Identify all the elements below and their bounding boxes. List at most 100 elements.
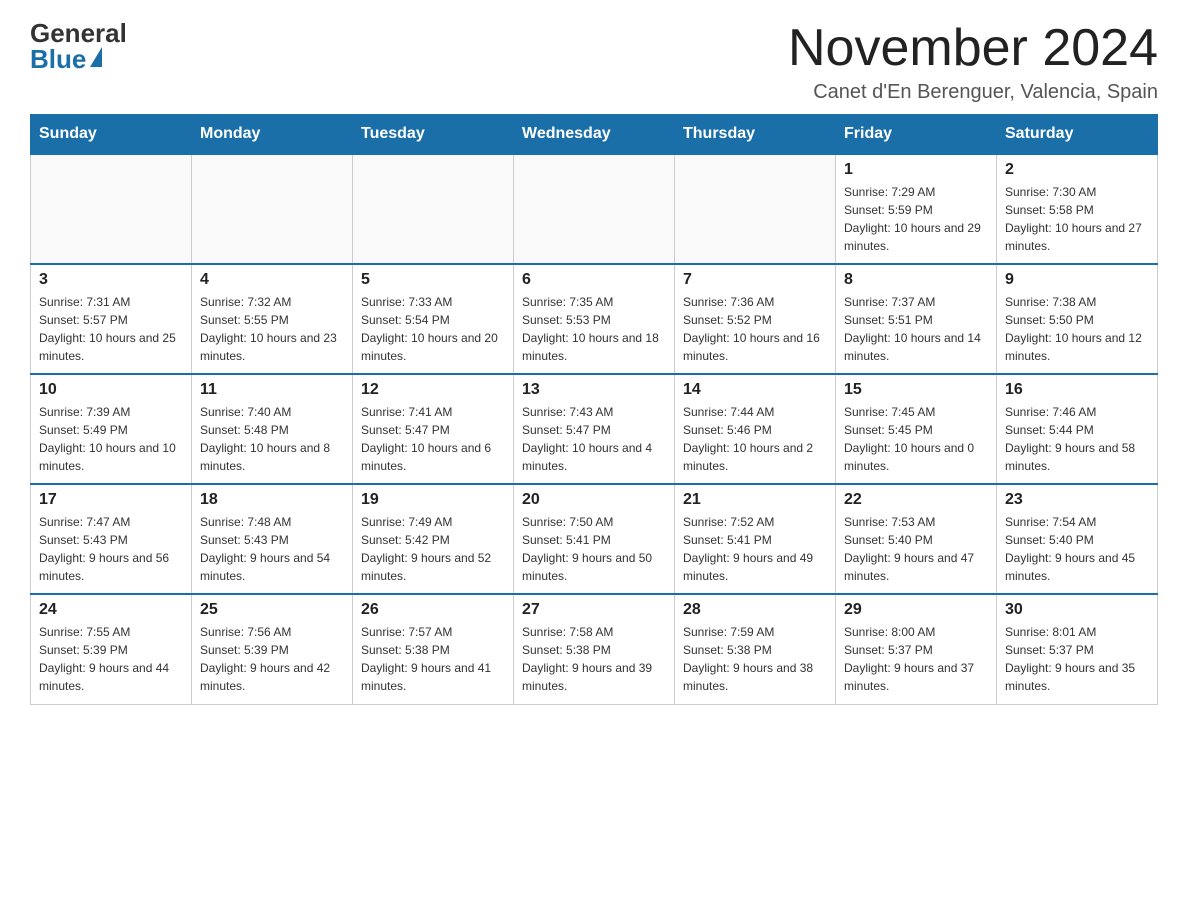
calendar-cell: 11 Sunrise: 7:40 AMSunset: 5:48 PMDayligh… [192,374,353,484]
day-number: 8 [844,271,988,289]
calendar-cell: 8 Sunrise: 7:37 AMSunset: 5:51 PMDaylight… [836,264,997,374]
calendar-cell: 28 Sunrise: 7:59 AMSunset: 5:38 PMDayligh… [675,594,836,704]
day-number: 2 [1005,161,1149,179]
calendar-cell: 16Sunrise: 7:46 AMSunset: 5:44 PMDayligh… [997,374,1158,484]
day-number: 10 [39,381,183,399]
week-row-1: 3 Sunrise: 7:31 AMSunset: 5:57 PMDaylight… [31,264,1158,374]
day-number: 5 [361,271,505,289]
logo-blue-text: Blue [30,46,102,72]
week-row-4: 24 Sunrise: 7:55 AMSunset: 5:39 PMDayligh… [31,594,1158,704]
col-friday: Friday [836,115,997,155]
day-number: 9 [1005,271,1149,289]
calendar-cell: 27 Sunrise: 7:58 AMSunset: 5:38 PMDayligh… [514,594,675,704]
day-info: Sunrise: 7:48 AMSunset: 5:43 PMDaylight:… [200,513,344,585]
day-number: 3 [39,271,183,289]
day-info: Sunrise: 7:57 AMSunset: 5:38 PMDaylight:… [361,623,505,695]
calendar-cell: 10 Sunrise: 7:39 AMSunset: 5:49 PMDayligh… [31,374,192,484]
calendar-cell: 21 Sunrise: 7:52 AMSunset: 5:41 PMDayligh… [675,484,836,594]
day-info: Sunrise: 7:44 AMSunset: 5:46 PMDaylight:… [683,403,827,475]
calendar-table: Sunday Monday Tuesday Wednesday Thursday… [30,114,1158,705]
calendar-cell [514,154,675,264]
calendar-cell: 15 Sunrise: 7:45 AMSunset: 5:45 PMDayligh… [836,374,997,484]
day-number: 12 [361,381,505,399]
day-info: Sunrise: 7:49 AMSunset: 5:42 PMDaylight:… [361,513,505,585]
calendar-cell: 23 Sunrise: 7:54 AMSunset: 5:40 PMDayligh… [997,484,1158,594]
day-info: Sunrise: 7:43 AMSunset: 5:47 PMDaylight:… [522,403,666,475]
calendar-cell: 2 Sunrise: 7:30 AMSunset: 5:58 PMDaylight… [997,154,1158,264]
calendar-cell: 19Sunrise: 7:49 AMSunset: 5:42 PMDayligh… [353,484,514,594]
day-info: Sunrise: 7:31 AMSunset: 5:57 PMDaylight:… [39,293,183,365]
day-info: Sunrise: 7:29 AMSunset: 5:59 PMDaylight:… [844,183,988,255]
logo-triangle-icon [90,47,102,67]
day-info: Sunrise: 7:37 AMSunset: 5:51 PMDaylight:… [844,293,988,365]
day-number: 4 [200,271,344,289]
day-info: Sunrise: 7:52 AMSunset: 5:41 PMDaylight:… [683,513,827,585]
day-number: 20 [522,491,666,509]
col-wednesday: Wednesday [514,115,675,155]
calendar-cell: 14 Sunrise: 7:44 AMSunset: 5:46 PMDayligh… [675,374,836,484]
page-header: General Blue November 2024 Canet d'En Be… [30,20,1158,104]
calendar-cell: 5 Sunrise: 7:33 AMSunset: 5:54 PMDaylight… [353,264,514,374]
col-saturday: Saturday [997,115,1158,155]
logo-general-text: General [30,20,127,46]
day-info: Sunrise: 7:30 AMSunset: 5:58 PMDaylight:… [1005,183,1149,255]
logo: General Blue [30,20,127,72]
calendar-cell: 30 Sunrise: 8:01 AMSunset: 5:37 PMDayligh… [997,594,1158,704]
calendar-cell: 25 Sunrise: 7:56 AMSunset: 5:39 PMDayligh… [192,594,353,704]
day-info: Sunrise: 7:59 AMSunset: 5:38 PMDaylight:… [683,623,827,695]
week-row-3: 17Sunrise: 7:47 AMSunset: 5:43 PMDayligh… [31,484,1158,594]
day-info: Sunrise: 7:56 AMSunset: 5:39 PMDaylight:… [200,623,344,695]
calendar-header-row: Sunday Monday Tuesday Wednesday Thursday… [31,115,1158,155]
calendar-cell: 9 Sunrise: 7:38 AMSunset: 5:50 PMDaylight… [997,264,1158,374]
day-info: Sunrise: 7:50 AMSunset: 5:41 PMDaylight:… [522,513,666,585]
calendar-cell: 22 Sunrise: 7:53 AMSunset: 5:40 PMDayligh… [836,484,997,594]
day-number: 1 [844,161,988,179]
day-info: Sunrise: 7:39 AMSunset: 5:49 PMDaylight:… [39,403,183,475]
day-number: 27 [522,601,666,619]
calendar-cell [353,154,514,264]
calendar-cell: 7 Sunrise: 7:36 AMSunset: 5:52 PMDaylight… [675,264,836,374]
day-info: Sunrise: 7:46 AMSunset: 5:44 PMDaylight:… [1005,403,1149,475]
day-number: 25 [200,601,344,619]
day-number: 14 [683,381,827,399]
day-info: Sunrise: 7:45 AMSunset: 5:45 PMDaylight:… [844,403,988,475]
day-info: Sunrise: 7:47 AMSunset: 5:43 PMDaylight:… [39,513,183,585]
day-info: Sunrise: 7:33 AMSunset: 5:54 PMDaylight:… [361,293,505,365]
calendar-cell: 4Sunrise: 7:32 AMSunset: 5:55 PMDaylight… [192,264,353,374]
day-number: 18 [200,491,344,509]
calendar-cell: 26Sunrise: 7:57 AMSunset: 5:38 PMDayligh… [353,594,514,704]
day-info: Sunrise: 7:58 AMSunset: 5:38 PMDaylight:… [522,623,666,695]
day-number: 15 [844,381,988,399]
logo-blue-label: Blue [30,46,86,72]
calendar-cell: 18 Sunrise: 7:48 AMSunset: 5:43 PMDayligh… [192,484,353,594]
day-number: 23 [1005,491,1149,509]
calendar-cell: 6 Sunrise: 7:35 AMSunset: 5:53 PMDaylight… [514,264,675,374]
day-info: Sunrise: 7:36 AMSunset: 5:52 PMDaylight:… [683,293,827,365]
col-monday: Monday [192,115,353,155]
day-info: Sunrise: 7:55 AMSunset: 5:39 PMDaylight:… [39,623,183,695]
calendar-cell: 1 Sunrise: 7:29 AMSunset: 5:59 PMDaylight… [836,154,997,264]
day-info: Sunrise: 8:01 AMSunset: 5:37 PMDaylight:… [1005,623,1149,695]
calendar-cell: 24 Sunrise: 7:55 AMSunset: 5:39 PMDayligh… [31,594,192,704]
day-number: 6 [522,271,666,289]
day-info: Sunrise: 7:53 AMSunset: 5:40 PMDaylight:… [844,513,988,585]
col-sunday: Sunday [31,115,192,155]
day-info: Sunrise: 7:54 AMSunset: 5:40 PMDaylight:… [1005,513,1149,585]
day-number: 28 [683,601,827,619]
col-thursday: Thursday [675,115,836,155]
day-info: Sunrise: 8:00 AMSunset: 5:37 PMDaylight:… [844,623,988,695]
day-number: 7 [683,271,827,289]
calendar-cell: 12 Sunrise: 7:41 AMSunset: 5:47 PMDayligh… [353,374,514,484]
day-info: Sunrise: 7:35 AMSunset: 5:53 PMDaylight:… [522,293,666,365]
day-number: 11 [200,381,344,399]
day-info: Sunrise: 7:40 AMSunset: 5:48 PMDaylight:… [200,403,344,475]
week-row-0: 1 Sunrise: 7:29 AMSunset: 5:59 PMDaylight… [31,154,1158,264]
calendar-cell: 13Sunrise: 7:43 AMSunset: 5:47 PMDayligh… [514,374,675,484]
day-number: 21 [683,491,827,509]
day-info: Sunrise: 7:38 AMSunset: 5:50 PMDaylight:… [1005,293,1149,365]
day-number: 22 [844,491,988,509]
day-info: Sunrise: 7:41 AMSunset: 5:47 PMDaylight:… [361,403,505,475]
day-number: 24 [39,601,183,619]
day-number: 30 [1005,601,1149,619]
week-row-2: 10 Sunrise: 7:39 AMSunset: 5:49 PMDayligh… [31,374,1158,484]
